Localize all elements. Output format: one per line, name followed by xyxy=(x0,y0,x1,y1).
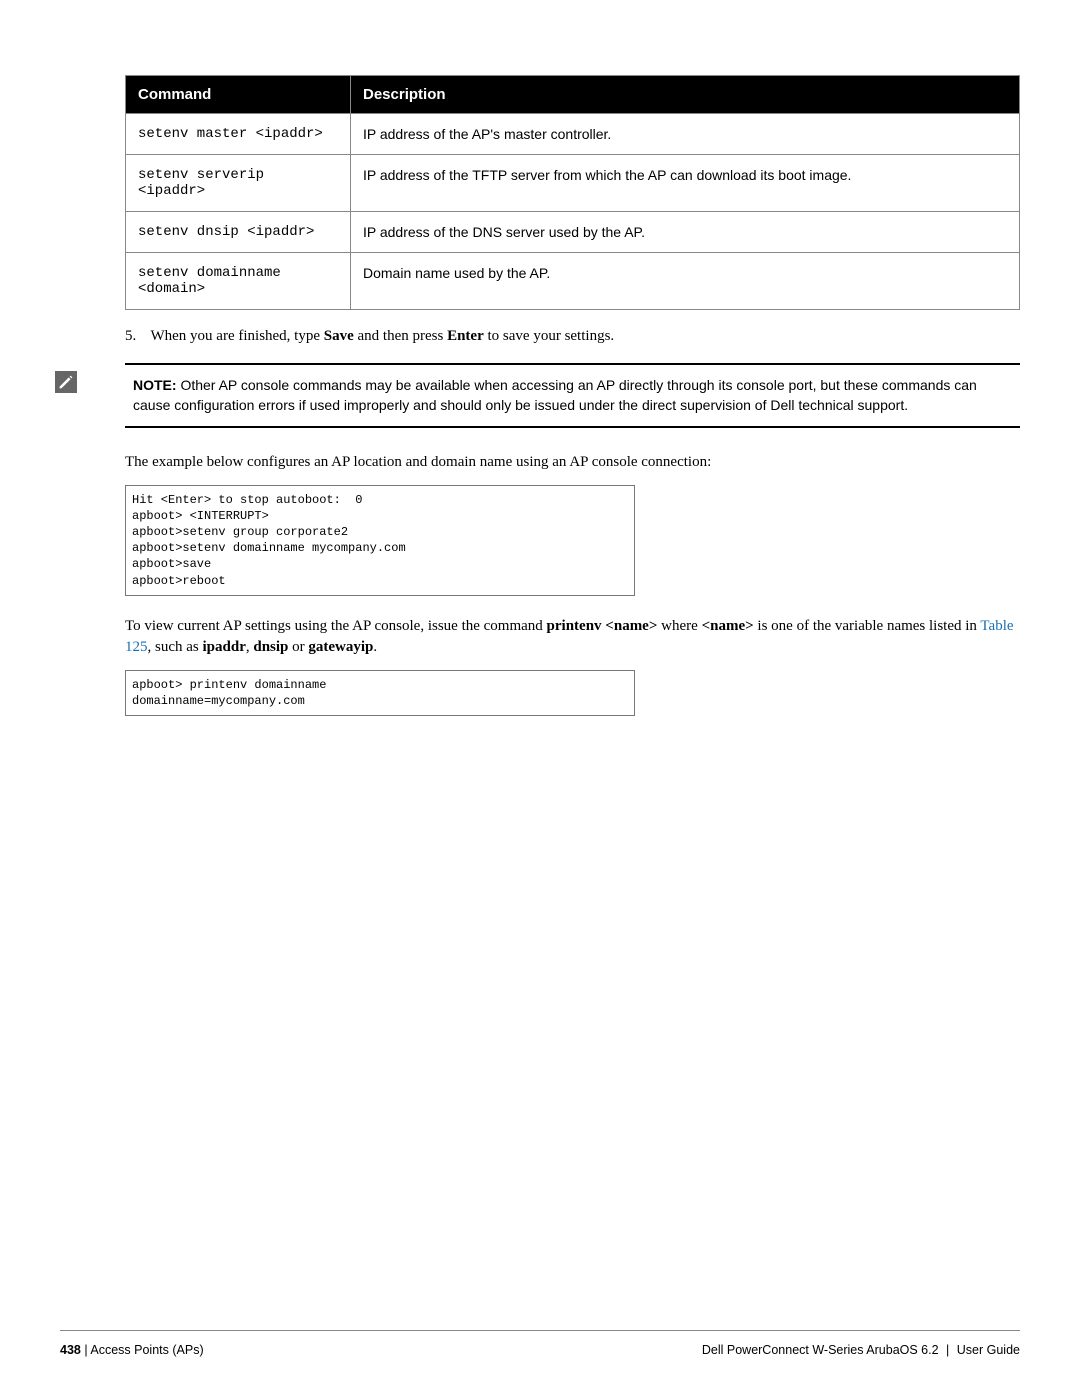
footer-left: 438 | Access Points (APs) xyxy=(60,1343,204,1357)
paragraph-example-intro: The example below configures an AP locat… xyxy=(125,452,1020,473)
desc-cell: IP address of the DNS server used by the… xyxy=(351,212,1020,253)
p2-pre: To view current AP settings using the AP… xyxy=(125,618,547,634)
step-text-mid: and then press xyxy=(354,328,447,344)
table-row: setenv domainname <domain> Domain name u… xyxy=(126,253,1020,310)
step-enter: Enter xyxy=(447,328,484,344)
footer-product: Dell PowerConnect W-Series ArubaOS 6.2 xyxy=(702,1343,939,1357)
note-block: NOTE: Other AP console commands may be a… xyxy=(125,363,1020,428)
code-block-1: Hit <Enter> to stop autoboot: 0 apboot> … xyxy=(125,485,635,596)
desc-cell: Domain name used by the AP. xyxy=(351,253,1020,310)
footer-doc: User Guide xyxy=(957,1343,1020,1357)
code-block-2: apboot> printenv domainname domainname=m… xyxy=(125,670,635,716)
desc-cell: IP address of the TFTP server from which… xyxy=(351,155,1020,212)
note-text: NOTE: Other AP console commands may be a… xyxy=(125,373,1020,418)
p2-cmd1: printenv <name> xyxy=(547,618,658,634)
p2-end: . xyxy=(373,639,377,655)
note-label: NOTE: xyxy=(133,377,177,393)
p2-v2: dnsip xyxy=(253,639,288,655)
p2-post1: , such as xyxy=(148,639,203,655)
paragraph-printenv: To view current AP settings using the AP… xyxy=(125,616,1020,658)
footer-sep-left: | xyxy=(81,1343,91,1357)
desc-cell: IP address of the AP's master controller… xyxy=(351,114,1020,155)
p2-c2: or xyxy=(288,639,308,655)
cmd-cell: setenv serverip <ipaddr> xyxy=(126,155,351,212)
cmd-cell: setenv dnsip <ipaddr> xyxy=(126,212,351,253)
step-save: Save xyxy=(324,328,354,344)
th-description: Description xyxy=(351,76,1020,114)
p2-mid2: is one of the variable names listed in xyxy=(754,618,981,634)
th-command: Command xyxy=(126,76,351,114)
page-footer: 438 | Access Points (APs) Dell PowerConn… xyxy=(60,1330,1020,1357)
p2-cmd2: <name> xyxy=(702,618,754,634)
command-table: Command Description setenv master <ipadd… xyxy=(125,75,1020,310)
table-row: setenv master <ipaddr> IP address of the… xyxy=(126,114,1020,155)
pencil-icon xyxy=(55,371,77,393)
p2-v1: ipaddr xyxy=(203,639,246,655)
table-row: setenv serverip <ipaddr> IP address of t… xyxy=(126,155,1020,212)
step-number: 5. xyxy=(125,328,147,345)
footer-right: Dell PowerConnect W-Series ArubaOS 6.2 |… xyxy=(702,1343,1020,1357)
footer-section: Access Points (APs) xyxy=(90,1343,203,1357)
step-text-post: to save your settings. xyxy=(484,328,614,344)
page-number: 438 xyxy=(60,1343,81,1357)
footer-sep-right: | xyxy=(943,1343,953,1357)
table-row: setenv dnsip <ipaddr> IP address of the … xyxy=(126,212,1020,253)
cmd-cell: setenv master <ipaddr> xyxy=(126,114,351,155)
note-body: Other AP console commands may be availab… xyxy=(133,377,977,413)
p2-mid1: where xyxy=(657,618,701,634)
p2-v3: gatewayip xyxy=(308,639,373,655)
step-text-pre: When you are finished, type xyxy=(150,328,323,344)
step-5: 5. When you are finished, type Save and … xyxy=(125,328,1020,345)
cmd-cell: setenv domainname <domain> xyxy=(126,253,351,310)
